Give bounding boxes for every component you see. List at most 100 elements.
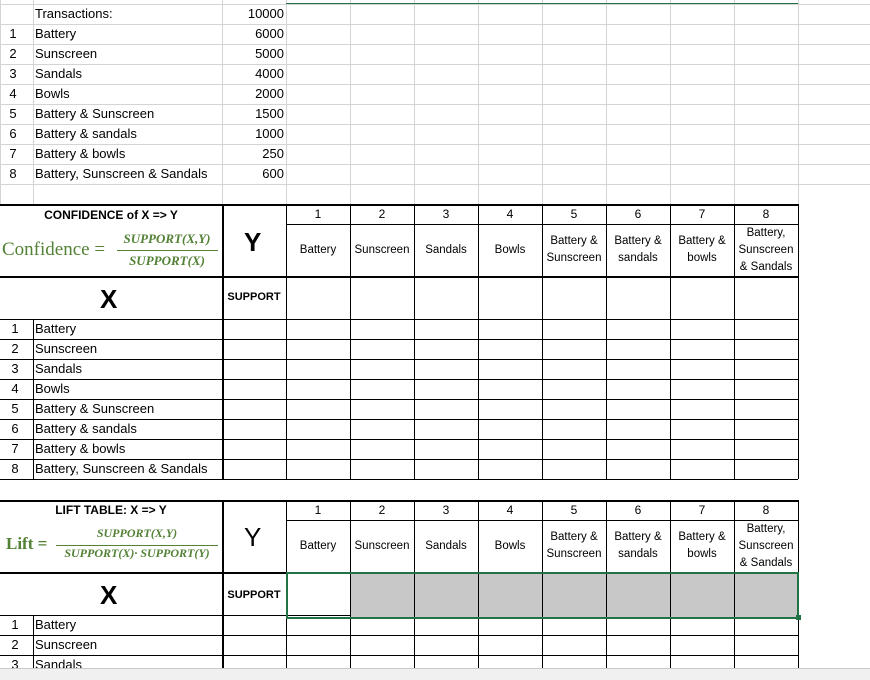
lift-denominator: SUPPORT(X)· SUPPORT(Y) [64,546,210,560]
grid-line [0,4,870,5]
column-header-cell[interactable]: Battery & Sunscreen [542,224,606,276]
transaction-item[interactable]: Battery, Sunscreen & Sandals [35,164,207,184]
transaction-count[interactable]: 2000 [222,84,284,104]
column-header-cell[interactable]: Battery & Sunscreen [542,520,606,572]
row-number: 3 [11,361,19,376]
column-number: 2 [378,503,386,517]
transaction-item[interactable]: Sandals [35,64,82,84]
grid-line [350,0,351,204]
column-header-label: Sandals [425,539,467,552]
column-number: 3 [442,207,450,221]
column-header-cell[interactable]: Bowls [478,520,542,572]
row-item-label[interactable]: Battery & sandals [35,419,137,439]
row-item-label[interactable]: Battery [35,319,76,339]
grid-line [0,64,870,65]
y-axis-label: Y [244,227,262,257]
column-header-cell[interactable]: Battery & bowls [670,224,734,276]
column-header-cell[interactable]: Sandals [414,520,478,572]
column-header-label: Battery & sandals [614,531,662,560]
row-number: 6 [11,421,19,436]
column-number: 5 [570,503,578,517]
grid-line [798,204,799,479]
column-header-cell[interactable]: Battery [286,224,350,276]
grid-line [0,144,870,145]
row-item-label[interactable]: Sandals [35,359,82,379]
row-item-label[interactable]: Battery, Sunscreen & Sandals [35,459,207,479]
row-item-label[interactable]: Battery & bowls [35,439,125,459]
row-number: 1 [9,26,17,41]
column-header-cell[interactable]: Battery & sandals [606,224,670,276]
column-header-cell[interactable]: Bowls [478,224,542,276]
grid-line [670,0,671,204]
column-header-cell[interactable]: Battery, Sunscreen & Sandals [734,520,798,572]
lift-title: LIFT TABLE: X => Y [55,503,167,517]
row-number: 1 [11,617,19,632]
support-label: SUPPORT [227,589,281,601]
column-header-label: Battery & Sunscreen [546,531,602,560]
grid-line [33,615,34,668]
column-number: 7 [698,207,706,221]
row-item-label[interactable]: Battery & Sunscreen [35,399,154,419]
transaction-count[interactable]: 1000 [222,124,284,144]
grid-line [0,44,870,45]
row-number: 5 [9,106,17,121]
row-number: 2 [11,637,19,652]
row-item-label[interactable]: Bowls [35,379,70,399]
row-number: 2 [11,341,19,356]
transaction-item[interactable]: Battery [35,24,76,44]
column-number: 8 [762,207,770,221]
grid-line [0,655,798,656]
grid-line [0,84,870,85]
column-number: 6 [634,207,642,221]
column-number: 1 [314,503,322,517]
transactions-total[interactable]: 10000 [222,4,284,24]
column-header-cell[interactable]: Battery, Sunscreen & Sandals [734,224,798,276]
sheet-tabs-bar[interactable] [0,668,870,680]
transaction-count[interactable]: 5000 [222,44,284,64]
grid-line [734,0,735,204]
row-number: 1 [11,321,19,336]
transaction-count[interactable]: 6000 [222,24,284,44]
column-number: 2 [378,207,386,221]
transaction-item[interactable]: Sunscreen [35,44,97,64]
grid-line [478,0,479,204]
column-header-cell[interactable]: Battery & bowls [670,520,734,572]
transaction-count[interactable]: 1500 [222,104,284,124]
column-header-label: Battery, Sunscreen & Sandals [738,226,794,273]
column-header-label: Bowls [494,539,526,552]
column-header-label: Battery, Sunscreen & Sandals [738,522,794,569]
column-header-label: Battery & bowls [678,531,726,560]
row-item-label[interactable]: Sunscreen [35,635,97,655]
row-number: 7 [9,146,17,161]
transaction-item[interactable]: Battery & bowls [35,144,125,164]
column-header-cell[interactable]: Battery [286,520,350,572]
transaction-item[interactable]: Battery & Sunscreen [35,104,154,124]
grid-line [0,379,798,380]
grid-line [0,276,798,278]
lift-formula-label: Lift = [6,534,48,553]
grid-line [286,0,287,204]
grid-line [414,0,415,204]
column-header-cell[interactable]: Sandals [414,224,478,276]
column-number: 3 [442,503,450,517]
transaction-item[interactable]: Bowls [35,84,70,104]
transaction-count[interactable]: 250 [222,144,284,164]
row-item-label[interactable]: Battery [35,615,76,635]
transaction-item[interactable]: Battery & sandals [35,124,137,144]
grid-line [542,0,543,204]
fill-handle[interactable] [796,615,801,620]
spreadsheet-grid[interactable] [0,0,870,679]
transaction-count[interactable]: 600 [222,164,284,184]
column-header-label: Battery & sandals [614,235,662,264]
column-header-cell[interactable]: Sunscreen [350,224,414,276]
column-header-label: Sunscreen [354,243,410,256]
grid-line [33,0,34,204]
row-number: 7 [11,441,19,456]
grid-line [0,339,798,340]
column-header-cell[interactable]: Sunscreen [350,520,414,572]
row-item-label[interactable]: Sunscreen [35,339,97,359]
column-header-cell[interactable]: Battery & sandals [606,520,670,572]
transactions-label: Transactions: [35,6,113,21]
transaction-count[interactable]: 4000 [222,64,284,84]
cell-selection[interactable] [286,572,799,619]
